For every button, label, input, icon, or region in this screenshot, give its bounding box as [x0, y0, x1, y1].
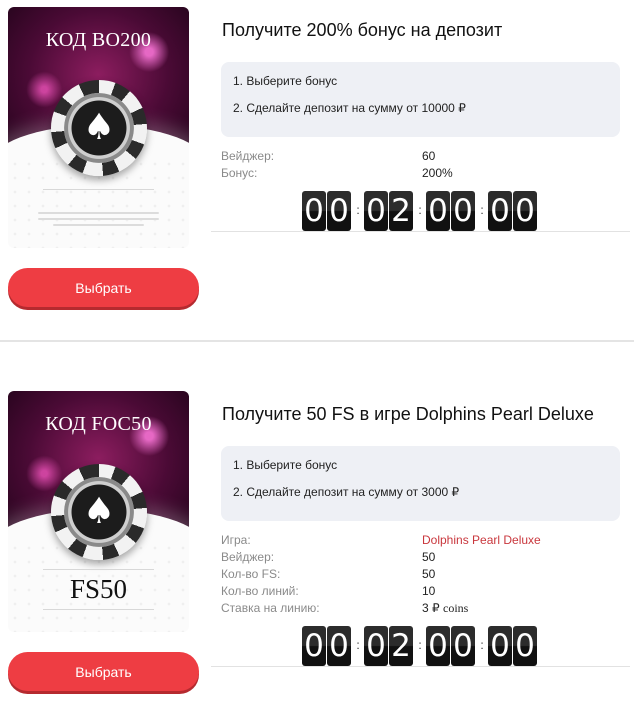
bonus-offer-deposit: КОД BO200 ♠ Выбрать Получите 200% бонус …	[0, 0, 634, 340]
card-fine-print	[38, 218, 159, 220]
timer-digit: 0	[488, 626, 512, 666]
timer-digit: 2	[389, 191, 413, 231]
detail-value: 50	[422, 567, 436, 581]
detail-label: Бонус:	[221, 166, 258, 180]
timer-digit: 0	[488, 191, 512, 231]
select-bonus-button[interactable]: Выбрать	[8, 652, 199, 691]
timer-separator: :	[418, 203, 422, 217]
game-link[interactable]: Dolphins Pearl Deluxe	[422, 533, 541, 547]
timer-digit: 0	[451, 626, 475, 666]
bonus-card-image: КОД FOC50 ♠ FS50	[8, 391, 189, 632]
detail-label: Игра:	[221, 533, 251, 547]
timer-digit: 0	[302, 191, 326, 231]
poker-chip-icon: ♠	[51, 464, 147, 560]
timer-digit: 0	[426, 191, 450, 231]
free-spins-label: FS50	[69, 574, 128, 604]
bonus-code-text: КОД FOC50	[45, 413, 152, 435]
card-fine-print	[53, 224, 144, 226]
step-item: 1. Выберите бонус	[233, 74, 338, 88]
timer-separator: :	[480, 638, 484, 652]
detail-value: 3 ₽ coins	[422, 601, 468, 616]
poker-chip-icon: ♠	[51, 80, 147, 176]
detail-label: Вейджер:	[221, 550, 275, 564]
timer-digit: 0	[364, 626, 388, 666]
step-item: 1. Выберите бонус	[233, 458, 338, 472]
offer-title: Получите 50 FS в игре Dolphins Pearl Del…	[222, 404, 594, 424]
bet-unit: coins	[443, 601, 469, 615]
detail-value: 50	[422, 550, 436, 564]
step-item: 2. Сделайте депозит на сумму от 10000 ₽	[233, 101, 466, 115]
bonus-offer-free-spins: КОД FOC50 ♠ FS50 Выбрать Получите 50 FS …	[0, 384, 634, 712]
card-divider	[43, 609, 154, 610]
step-item: 2. Сделайте депозит на сумму от 3000 ₽	[233, 485, 460, 499]
detail-value: 60	[422, 149, 436, 163]
timer-separator: :	[418, 638, 422, 652]
divider	[211, 231, 630, 232]
detail-label: Ставка на линию:	[221, 601, 320, 615]
spade-icon: ♠	[82, 491, 116, 532]
timer-digit: 0	[513, 626, 537, 666]
offer-separator	[0, 340, 634, 342]
steps-box: 1. Выберите бонус 2. Сделайте депозит на…	[221, 62, 620, 137]
timer-digit: 0	[327, 191, 351, 231]
timer-separator: :	[356, 638, 360, 652]
select-bonus-button[interactable]: Выбрать	[8, 268, 199, 307]
timer-digit: 0	[451, 191, 475, 231]
detail-label: Вейджер:	[221, 149, 275, 163]
timer-digit: 0	[426, 626, 450, 666]
timer-digit: 0	[302, 626, 326, 666]
detail-value: 10	[422, 584, 436, 598]
offer-title: Получите 200% бонус на депозит	[222, 20, 503, 40]
detail-label: Кол-во линий:	[221, 584, 299, 598]
steps-box: 1. Выберите бонус 2. Сделайте депозит на…	[221, 446, 620, 521]
timer-digit: 0	[327, 626, 351, 666]
timer-digit: 0	[364, 191, 388, 231]
card-fine-print	[38, 212, 159, 214]
timer-separator: :	[356, 203, 360, 217]
timer-digit: 2	[389, 626, 413, 666]
bonus-code-text: КОД BO200	[45, 29, 152, 51]
timer-separator: :	[480, 203, 484, 217]
divider	[211, 666, 630, 667]
spade-icon: ♠	[82, 107, 116, 148]
detail-value: 200%	[422, 166, 453, 180]
detail-label: Кол-во FS:	[221, 567, 281, 581]
card-divider	[43, 569, 154, 570]
timer-digit: 0	[513, 191, 537, 231]
bet-amount: 3 ₽	[422, 601, 440, 615]
bonus-card-image: КОД BO200 ♠	[8, 7, 189, 248]
card-divider	[43, 189, 154, 190]
